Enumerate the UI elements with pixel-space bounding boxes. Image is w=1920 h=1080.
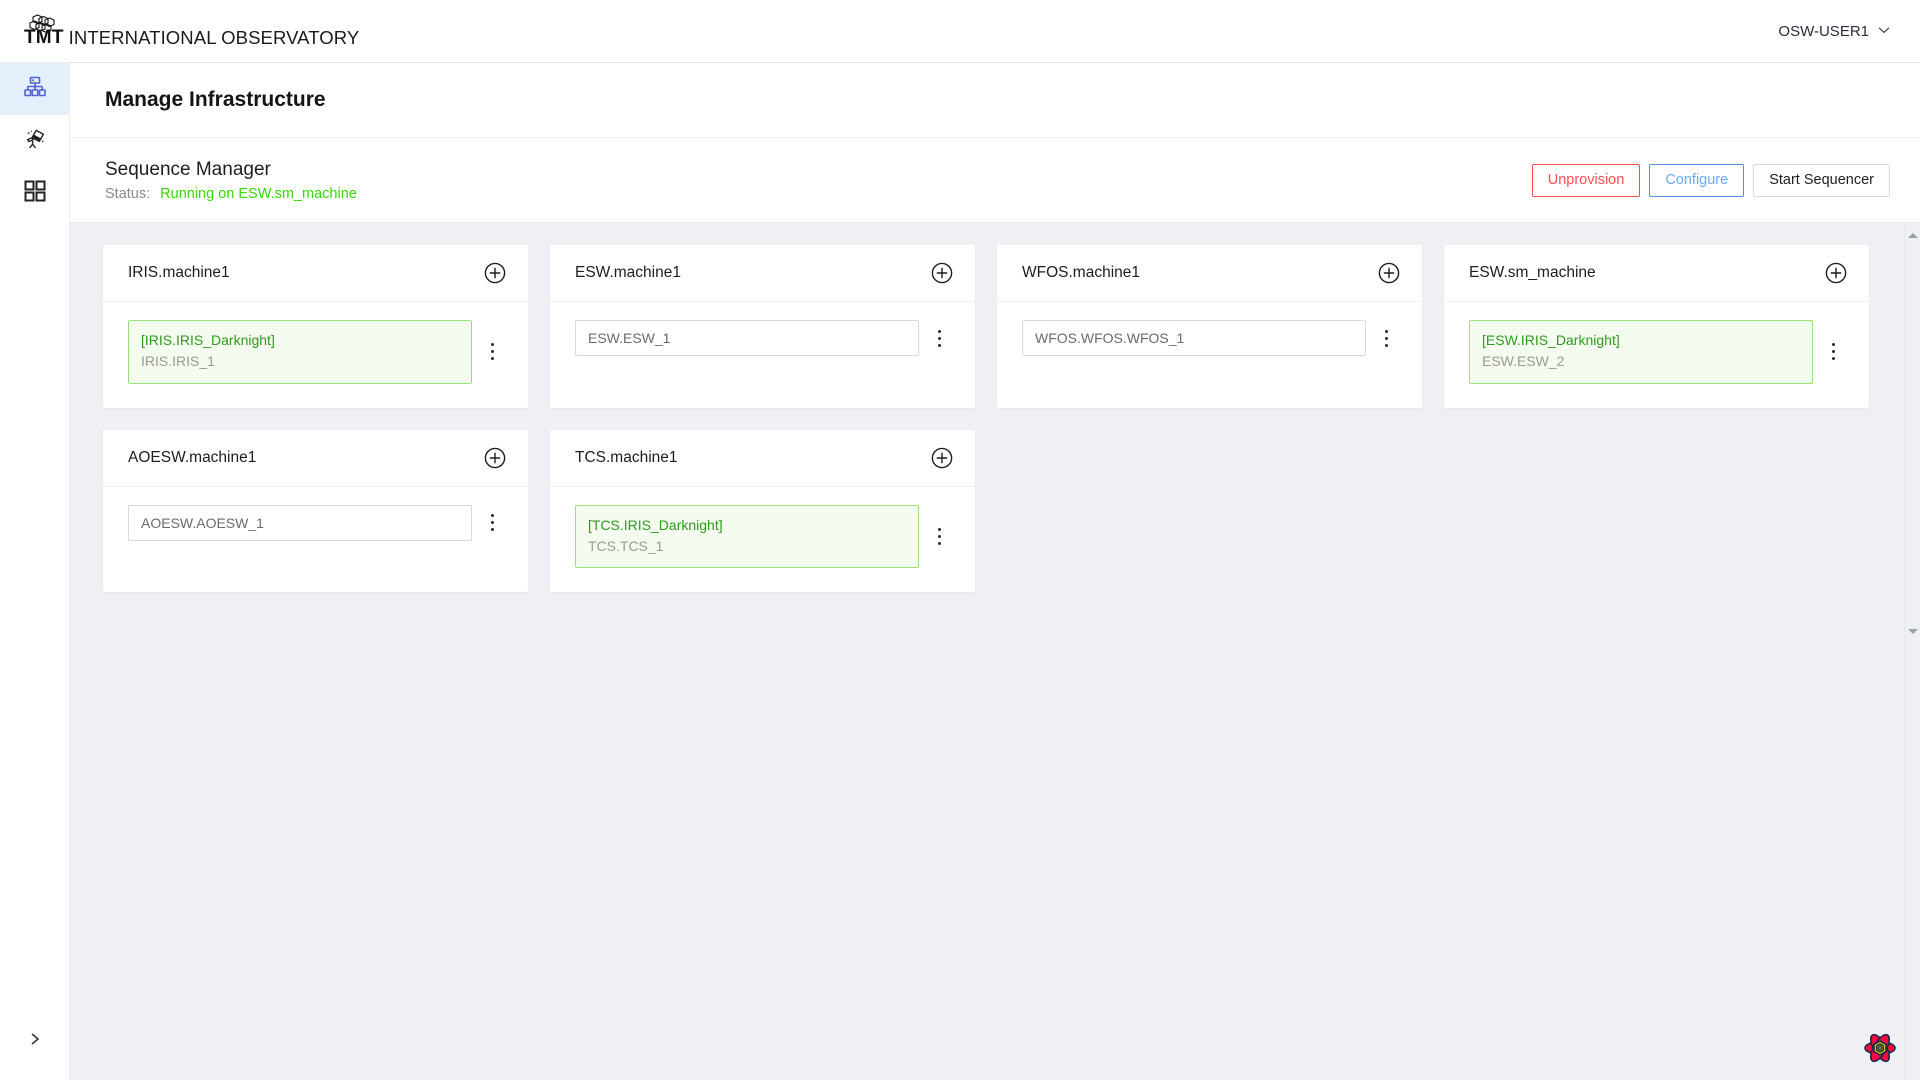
telescope-icon xyxy=(23,127,47,156)
left-nav-rail xyxy=(0,63,70,1080)
sequencer-obs-mode: [ESW.IRIS_Darknight] xyxy=(1482,332,1620,348)
agent-card-grid: IRIS.machine1 [IRIS.IRIS_Darknight] IRIS.I… xyxy=(103,245,1893,593)
tmt-mirror-segments-logo-icon xyxy=(22,14,60,48)
page-header: Manage Infrastructure xyxy=(70,63,1920,138)
agent-card: ESW.sm_machine [ESW.IRIS_Darknight] ESW.ES… xyxy=(1444,245,1869,408)
agent-card: WFOS.machine1 WFOS.WFOS.WFOS_1 xyxy=(997,245,1422,408)
agent-card-header: ESW.machine1 xyxy=(550,245,975,302)
sequencer-id: ESW.ESW_1 xyxy=(588,330,671,346)
plus-circle-icon[interactable] xyxy=(1378,262,1400,284)
sidebar-item-observe[interactable] xyxy=(0,115,70,167)
sequencer-idle-box[interactable]: ESW.ESW_1 xyxy=(575,320,919,357)
sequencer-id: ESW.ESW_2 xyxy=(1482,353,1565,370)
plus-circle-icon[interactable] xyxy=(931,447,953,469)
expand-sidebar-button[interactable] xyxy=(0,1024,70,1058)
sequencer-id: WFOS.WFOS.WFOS_1 xyxy=(1035,330,1185,346)
sequence-manager-status: Status: Running on ESW.sm_machine xyxy=(105,186,357,202)
agent-card-header: ESW.sm_machine xyxy=(1444,245,1869,302)
agent-card-body: [ESW.IRIS_Darknight] ESW.ESW_2 xyxy=(1444,302,1869,408)
sequencer-row: [TCS.IRIS_Darknight] TCS.TCS_1 xyxy=(575,504,953,569)
more-vertical-icon[interactable] xyxy=(478,506,506,540)
sidebar-item-infrastructure[interactable] xyxy=(0,63,70,115)
page-title: Manage Infrastructure xyxy=(105,88,326,111)
sequence-manager-title: Sequence Manager xyxy=(105,158,271,180)
scroll-down-arrow-icon[interactable] xyxy=(1905,623,1920,639)
agent-card-title: AOESW.machine1 xyxy=(128,448,257,466)
agent-card: TCS.machine1 [TCS.IRIS_Darknight] TCS.TCS_… xyxy=(550,429,975,593)
sequencer-running-box[interactable]: [ESW.IRIS_Darknight] ESW.ESW_2 xyxy=(1469,320,1813,384)
agent-card-body: [TCS.IRIS_Darknight] TCS.TCS_1 xyxy=(550,487,975,593)
more-vertical-icon[interactable] xyxy=(478,335,506,369)
more-vertical-icon[interactable] xyxy=(1819,335,1847,369)
agent-card-body: AOESW.AOESW_1 xyxy=(103,487,528,565)
more-vertical-icon[interactable] xyxy=(925,519,953,553)
agent-card-body: ESW.ESW_1 xyxy=(550,302,975,380)
scroll-up-arrow-icon[interactable] xyxy=(1905,227,1920,243)
status-label: Status: xyxy=(105,186,151,203)
chevron-right-icon xyxy=(29,1031,42,1052)
plus-circle-icon[interactable] xyxy=(1825,262,1847,284)
plus-circle-icon[interactable] xyxy=(931,262,953,284)
react-query-devtools-icon[interactable] xyxy=(1862,1030,1898,1066)
plus-circle-icon[interactable] xyxy=(484,447,506,469)
sequencer-row: [IRIS.IRIS_Darknight] IRIS.IRIS_1 xyxy=(128,320,506,384)
more-vertical-icon[interactable] xyxy=(925,321,953,355)
sequencer-idle-box[interactable]: WFOS.WFOS.WFOS_1 xyxy=(1022,320,1366,357)
sequencer-idle-box[interactable]: AOESW.AOESW_1 xyxy=(128,504,472,541)
sequencer-row: [ESW.IRIS_Darknight] ESW.ESW_2 xyxy=(1469,320,1847,384)
agent-card-title: ESW.machine1 xyxy=(575,264,681,281)
sequence-manager-bar: Sequence Manager Status: Running on ESW.… xyxy=(70,138,1920,223)
sequencer-row: AOESW.AOESW_1 xyxy=(128,504,506,541)
user-menu-label: OSW-USER1 xyxy=(1778,22,1869,40)
sequencer-running-box[interactable]: [IRIS.IRIS_Darknight] IRIS.IRIS_1 xyxy=(128,320,472,384)
brand-logo[interactable]: TMT INTERNATIONAL OBSERVATORY xyxy=(22,14,359,48)
sequencer-obs-mode: [IRIS.IRIS_Darknight] xyxy=(141,332,275,348)
content-scrollbar[interactable] xyxy=(1904,223,1920,1080)
sequencer-row: ESW.ESW_1 xyxy=(575,320,953,357)
agent-card: IRIS.machine1 [IRIS.IRIS_Darknight] IRIS.I… xyxy=(103,245,528,408)
agent-card-header: WFOS.machine1 xyxy=(997,245,1422,302)
more-vertical-icon[interactable] xyxy=(1372,321,1400,355)
agent-card-header: AOESW.machine1 xyxy=(103,430,528,487)
agent-card-title: ESW.sm_machine xyxy=(1469,264,1596,281)
sequence-manager-actions: Unprovision Configure Start Sequencer xyxy=(1531,163,1890,197)
brand-full-name-text: INTERNATIONAL OBSERVATORY xyxy=(68,26,360,48)
apps-grid-icon xyxy=(23,179,47,208)
agent-card-title: WFOS.machine1 xyxy=(1022,264,1141,281)
sequencer-row: WFOS.WFOS.WFOS_1 xyxy=(1022,320,1400,357)
agent-card: ESW.machine1 ESW.ESW_1 xyxy=(550,245,975,408)
sequencer-running-box[interactable]: [TCS.IRIS_Darknight] TCS.TCS_1 xyxy=(575,504,919,569)
agent-card-header: IRIS.machine1 xyxy=(103,245,528,302)
top-header-bar: TMT INTERNATIONAL OBSERVATORY OSW-USER1 xyxy=(0,0,1920,63)
agents-content-area: IRIS.machine1 [IRIS.IRIS_Darknight] IRIS.I… xyxy=(70,223,1920,1080)
agent-card-body: WFOS.WFOS.WFOS_1 xyxy=(997,302,1422,380)
start-sequencer-button[interactable]: Start Sequencer xyxy=(1753,163,1890,197)
chevron-down-icon xyxy=(1878,25,1890,37)
agent-card-header: TCS.machine1 xyxy=(550,430,975,487)
sidebar-item-apps[interactable] xyxy=(0,167,70,219)
unprovision-button[interactable]: Unprovision xyxy=(1531,163,1641,197)
configure-button[interactable]: Configure xyxy=(1649,163,1745,197)
sequence-manager-info: Sequence Manager Status: Running on ESW.… xyxy=(105,158,357,203)
plus-circle-icon[interactable] xyxy=(484,262,506,284)
sequencer-id: TCS.TCS_1 xyxy=(588,537,664,554)
agent-card: AOESW.machine1 AOESW.AOESW_1 xyxy=(103,429,528,593)
status-value: Running on ESW.sm_machine xyxy=(160,186,357,203)
agent-card-title: TCS.machine1 xyxy=(575,448,678,466)
agent-card-title: IRIS.machine1 xyxy=(128,264,230,281)
infrastructure-hierarchy-icon xyxy=(23,75,47,104)
sequencer-id: AOESW.AOESW_1 xyxy=(141,514,264,531)
user-menu[interactable]: OSW-USER1 xyxy=(1778,23,1890,40)
sequencer-obs-mode: [TCS.IRIS_Darknight] xyxy=(588,516,723,533)
agent-card-body: [IRIS.IRIS_Darknight] IRIS.IRIS_1 xyxy=(103,302,528,408)
sequencer-id: IRIS.IRIS_1 xyxy=(141,353,215,370)
